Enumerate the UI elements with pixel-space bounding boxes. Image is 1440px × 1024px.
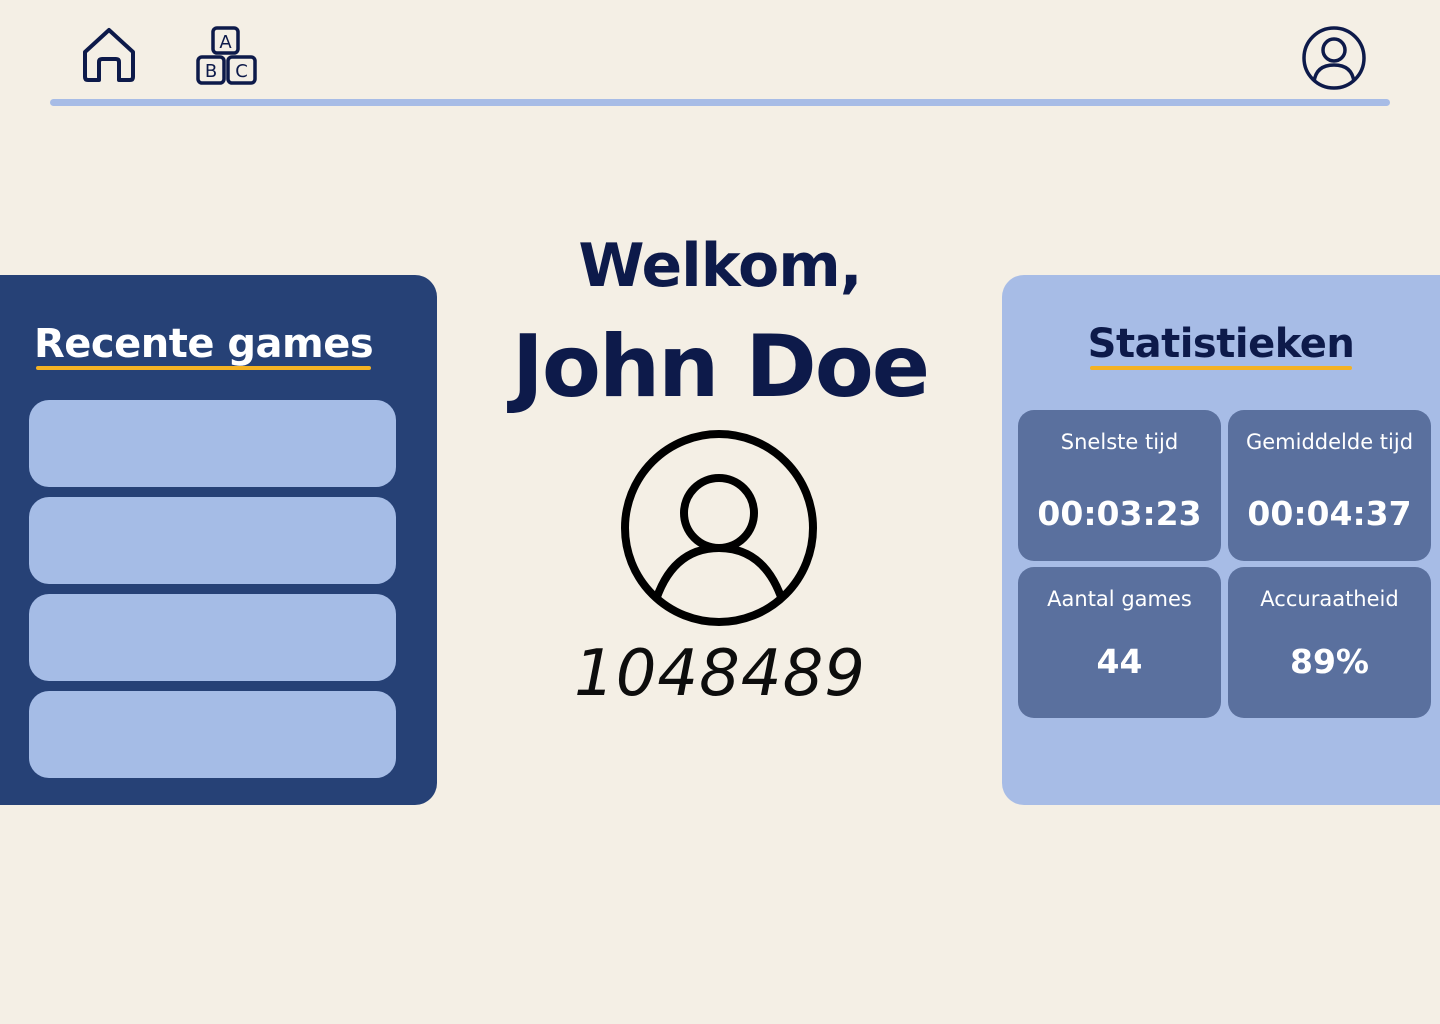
user-name: John Doe [511,317,930,417]
avatar-icon [621,430,817,626]
block-letter-b: B [205,61,217,82]
recent-game-item-4[interactable] [29,691,396,778]
stat-card-average-time: Gemiddelde tijd 00:04:37 [1228,410,1431,561]
statistics-title-text: Statistieken [1087,321,1355,370]
stat-value: 44 [1096,642,1143,681]
stat-card-fastest-time: Snelste tijd 00:03:23 [1018,410,1221,561]
stat-label: Aantal games [1047,587,1192,611]
recent-game-item-2[interactable] [29,497,396,584]
stat-value: 89% [1290,642,1369,681]
block-letter-c: C [235,61,248,82]
block-letter-a: A [219,32,232,53]
stat-value: 00:03:23 [1037,494,1202,533]
recent-games-title: Recente games [34,321,374,370]
abc-blocks-icon[interactable]: A B C [195,26,259,86]
stat-label: Accuraatheid [1260,587,1399,611]
user-profile-icon[interactable] [1300,24,1368,92]
statistics-title: Statistieken [1002,321,1440,370]
stat-value: 00:04:37 [1247,494,1412,533]
recent-game-item-1[interactable] [29,400,396,487]
home-icon[interactable] [80,26,138,84]
nav-divider [50,99,1390,106]
welcome-greeting: Welkom, [578,231,862,301]
recent-game-item-3[interactable] [29,594,396,681]
stat-card-game-count: Aantal games 44 [1018,567,1221,718]
stat-card-accuracy: Accuraatheid 89% [1228,567,1431,718]
stat-label: Snelste tijd [1060,430,1179,454]
user-id: 1048489 [573,637,867,711]
stat-label: Gemiddelde tijd [1245,430,1414,454]
recent-games-title-text: Recente games [34,321,374,370]
